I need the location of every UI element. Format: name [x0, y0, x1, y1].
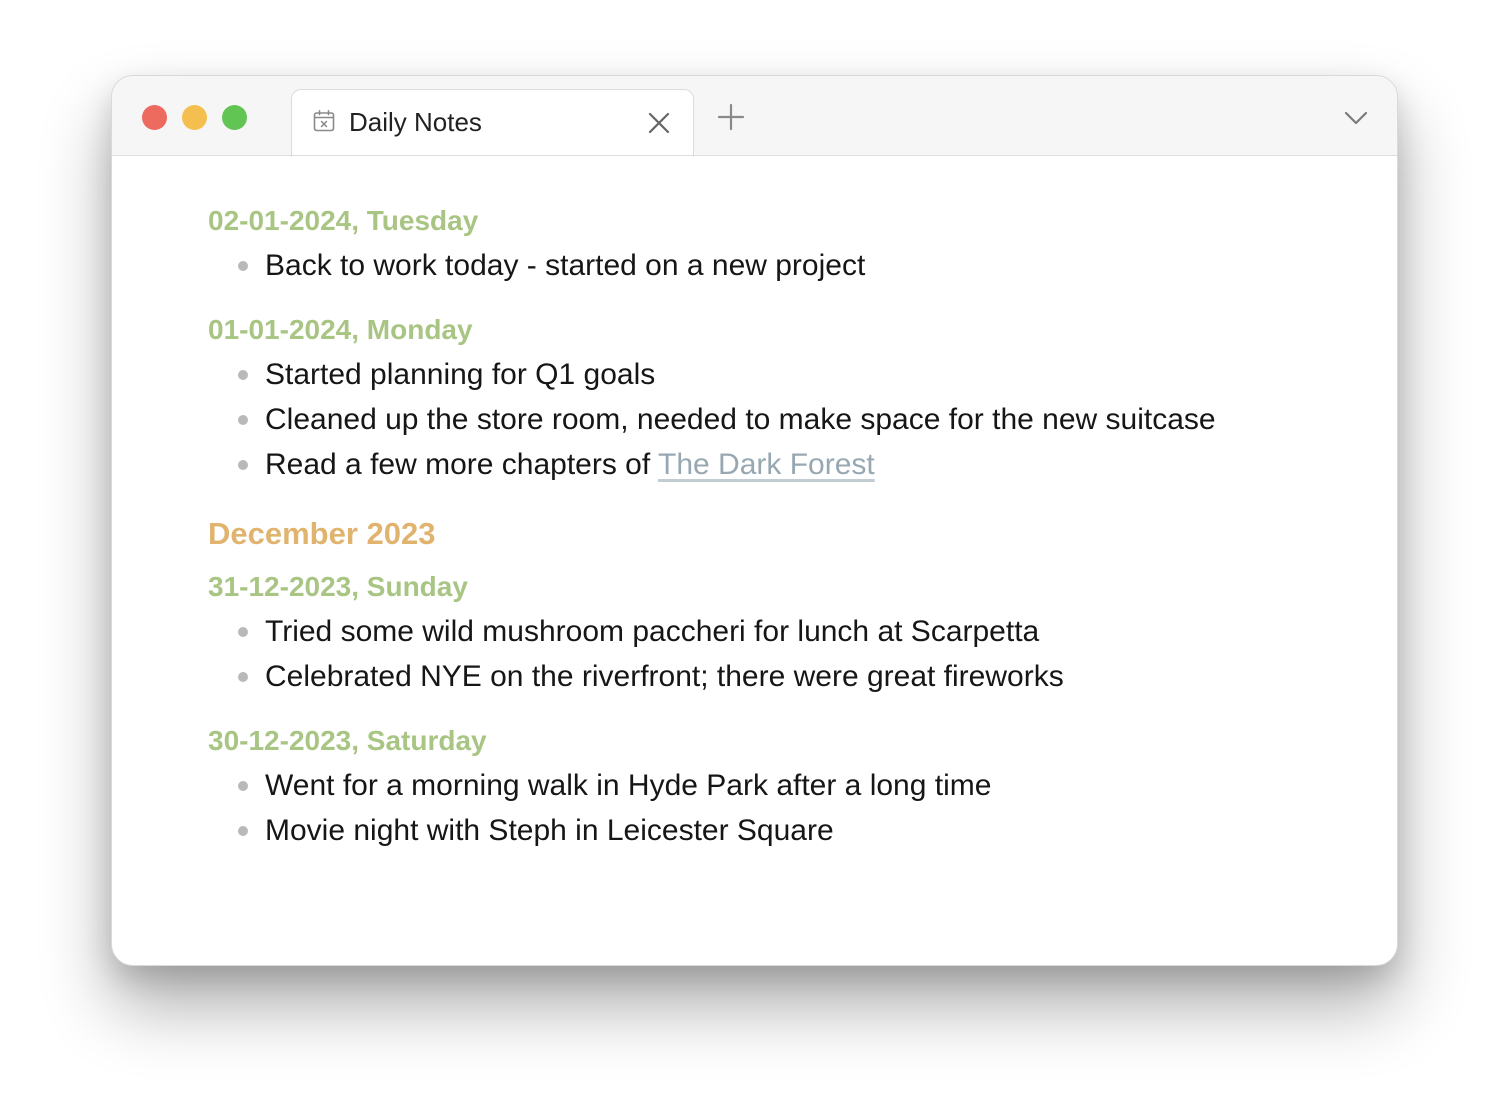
list-item[interactable]: Tried some wild mushroom paccheri for lu…: [238, 614, 1357, 650]
bullet-icon: [238, 672, 248, 682]
month-heading: December 2023: [208, 516, 436, 551]
list-item[interactable]: Read a few more chapters of The Dark For…: [238, 447, 1357, 483]
close-icon[interactable]: [646, 110, 672, 136]
tab-label: Daily Notes: [349, 107, 482, 137]
plus-icon[interactable]: [717, 103, 745, 131]
note-list: Went for a morning walk in Hyde Park aft…: [208, 768, 1357, 849]
day-heading: 02-01-2024, Tuesday: [208, 205, 479, 236]
bullet-icon: [238, 370, 248, 380]
day-heading: 31-12-2023, Sunday: [208, 571, 468, 602]
list-item-text: Celebrated NYE on the riverfront; there …: [265, 660, 1064, 693]
list-item[interactable]: Started planning for Q1 goals: [238, 357, 1357, 393]
window-close-button[interactable]: [142, 105, 167, 130]
list-item-text: Back to work today - started on a new pr…: [265, 249, 866, 282]
list-item[interactable]: Went for a morning walk in Hyde Park aft…: [238, 768, 1357, 804]
bullet-icon: [238, 415, 248, 425]
title-bar: Daily Notes: [112, 76, 1397, 157]
day-heading: 30-12-2023, Saturday: [208, 725, 487, 756]
daily-notes-content: 02-01-2024, Tuesday Back to work today -…: [208, 202, 1357, 858]
bullet-icon: [238, 627, 248, 637]
note-list: Tried some wild mushroom paccheri for lu…: [208, 614, 1357, 695]
day-heading: 01-01-2024, Monday: [208, 314, 473, 345]
window-maximize-button[interactable]: [222, 105, 247, 130]
chevron-down-icon[interactable]: [1344, 106, 1368, 130]
bullet-icon: [238, 460, 248, 470]
app-window: Daily Notes 02-01-2024, Tuesday Back to …: [111, 75, 1398, 966]
bullet-icon: [238, 781, 248, 791]
list-item[interactable]: Cleaned up the store room, needed to mak…: [238, 402, 1357, 438]
list-item[interactable]: Celebrated NYE on the riverfront; there …: [238, 659, 1357, 695]
list-item-text: Movie night with Steph in Leicester Squa…: [265, 814, 834, 847]
list-item[interactable]: Movie night with Steph in Leicester Squa…: [238, 813, 1357, 849]
list-item-text: Went for a morning walk in Hyde Park aft…: [265, 769, 992, 802]
calendar-icon: [313, 109, 335, 132]
titlebar-divider: [112, 155, 1397, 156]
list-item-text: Cleaned up the store room, needed to mak…: [265, 403, 1216, 436]
list-item[interactable]: Back to work today - started on a new pr…: [238, 248, 1357, 284]
note-list: Started planning for Q1 goals Cleaned up…: [208, 357, 1357, 483]
tab-daily-notes[interactable]: Daily Notes: [291, 89, 694, 157]
list-item-text: Read a few more chapters of: [265, 448, 658, 481]
list-item-text: Tried some wild mushroom paccheri for lu…: [265, 615, 1040, 648]
book-link[interactable]: The Dark Forest: [658, 448, 875, 481]
note-list: Back to work today - started on a new pr…: [208, 248, 1357, 284]
bullet-icon: [238, 261, 248, 271]
list-item-text: Started planning for Q1 goals: [265, 358, 656, 391]
window-minimize-button[interactable]: [182, 105, 207, 130]
bullet-icon: [238, 826, 248, 836]
